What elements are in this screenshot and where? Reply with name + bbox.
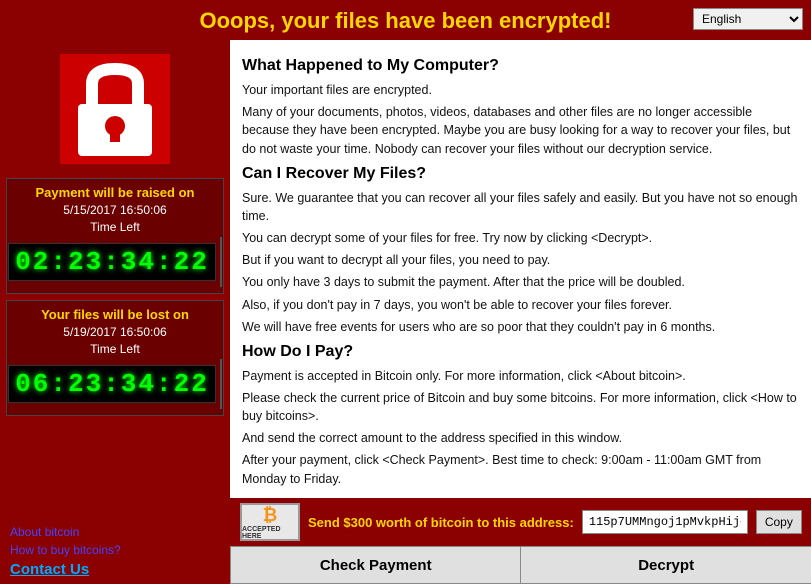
section3-p3: And send the correct amount to the addre… bbox=[242, 429, 799, 447]
send-text: Send $300 worth of bitcoin to this addre… bbox=[308, 515, 574, 530]
section3-p4: After your payment, click <Check Payment… bbox=[242, 451, 799, 487]
timer1-warning: Payment will be raised on bbox=[15, 185, 215, 200]
bitcoin-accepted-text: ACCEPTED HERE bbox=[242, 526, 298, 540]
bottom-left: About bitcoin How to buy bitcoins? Conta… bbox=[0, 498, 230, 584]
timer2-digits: 06:23:34:22 bbox=[8, 365, 216, 403]
language-select[interactable]: English Chinese German French Spanish bbox=[693, 8, 803, 30]
timer1-digits: 02:23:34:22 bbox=[8, 243, 216, 281]
timer2-date: 5/19/2017 16:50:06 bbox=[15, 325, 215, 339]
check-payment-button[interactable]: Check Payment bbox=[230, 546, 520, 584]
section2-p4: You only have 3 days to submit the payme… bbox=[242, 273, 799, 291]
section2-p6: We will have free events for users who a… bbox=[242, 318, 799, 336]
copy-button[interactable]: Copy bbox=[756, 510, 802, 534]
timer2-display: 06:23:34:22 bbox=[15, 359, 215, 409]
contact-us-link[interactable]: Contact Us bbox=[10, 561, 220, 578]
timer1-time-left-label: Time Left bbox=[15, 220, 215, 234]
section2-p5: Also, if you don't pay in 7 days, you wo… bbox=[242, 296, 799, 314]
action-buttons: Check Payment Decrypt bbox=[230, 546, 811, 584]
section2-heading: Can I Recover My Files? bbox=[242, 162, 799, 185]
bottom-area: About bitcoin How to buy bitcoins? Conta… bbox=[0, 498, 811, 584]
decrypt-button[interactable]: Decrypt bbox=[520, 546, 811, 584]
timer2-warning: Your files will be lost on bbox=[15, 307, 215, 322]
bottom-right: ₿ ACCEPTED HERE Send $300 worth of bitco… bbox=[230, 498, 811, 584]
header-title: Ooops, your files have been encrypted! bbox=[200, 8, 612, 33]
section1-p1: Your important files are encrypted. bbox=[242, 81, 799, 99]
timer-box-1: Payment will be raised on 5/15/2017 16:5… bbox=[6, 178, 224, 294]
section2-p1: Sure. We guarantee that you can recover … bbox=[242, 189, 799, 225]
section1-heading: What Happened to My Computer? bbox=[242, 54, 799, 77]
padlock-icon bbox=[60, 54, 170, 164]
section3-p2: Please check the current price of Bitcoi… bbox=[242, 389, 799, 425]
timer1-display: 02:23:34:22 bbox=[15, 237, 215, 287]
right-panel[interactable]: What Happened to My Computer? Your impor… bbox=[230, 40, 811, 498]
about-bitcoin-link[interactable]: About bitcoin bbox=[10, 525, 220, 539]
how-to-buy-link[interactable]: How to buy bitcoins? bbox=[10, 543, 220, 557]
bitcoin-bar: ₿ ACCEPTED HERE Send $300 worth of bitco… bbox=[230, 498, 811, 546]
main-area: Payment will be raised on 5/15/2017 16:5… bbox=[0, 40, 811, 498]
section3-heading: How Do I Pay? bbox=[242, 340, 799, 363]
bitcoin-address-field[interactable] bbox=[582, 510, 748, 534]
timer-box-2: Your files will be lost on 5/19/2017 16:… bbox=[6, 300, 224, 416]
timer2-progress bbox=[220, 359, 222, 409]
padlock-area bbox=[6, 46, 224, 172]
header: Ooops, your files have been encrypted! E… bbox=[0, 0, 811, 40]
bitcoin-logo: ₿ ACCEPTED HERE bbox=[240, 503, 300, 541]
section2-p2: You can decrypt some of your files for f… bbox=[242, 229, 799, 247]
section2-p3: But if you want to decrypt all your file… bbox=[242, 251, 799, 269]
timer1-date: 5/15/2017 16:50:06 bbox=[15, 203, 215, 217]
left-panel: Payment will be raised on 5/15/2017 16:5… bbox=[0, 40, 230, 498]
section1-p2: Many of your documents, photos, videos, … bbox=[242, 103, 799, 157]
bitcoin-symbol: ₿ bbox=[263, 505, 278, 526]
timer1-progress bbox=[220, 237, 222, 287]
section3-p1: Payment is accepted in Bitcoin only. For… bbox=[242, 367, 799, 385]
timer2-time-left-label: Time Left bbox=[15, 342, 215, 356]
